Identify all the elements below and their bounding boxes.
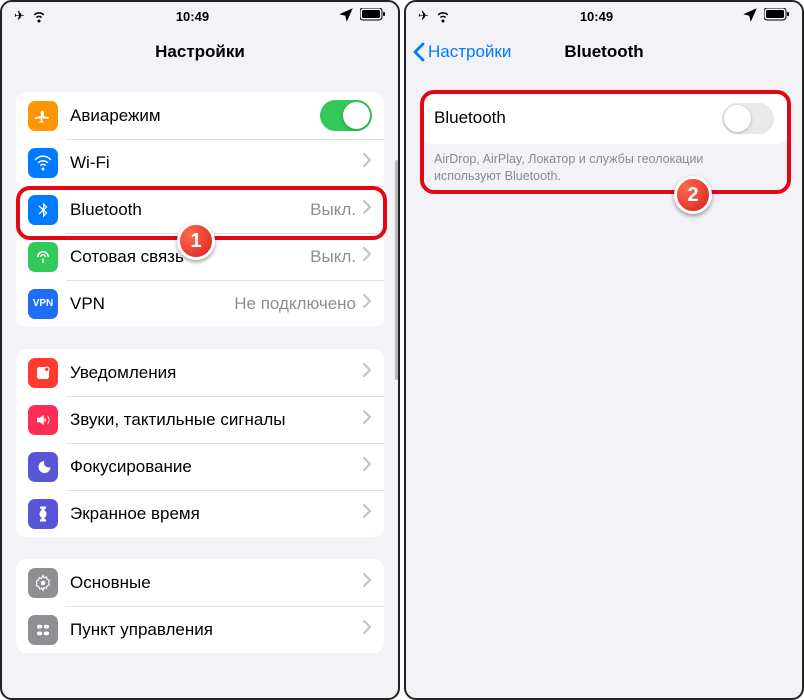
status-time: 10:49 <box>580 9 613 24</box>
airplane-status-icon: ✈︎ <box>14 8 25 24</box>
row-label: Сотовая связь <box>70 247 310 267</box>
row-general[interactable]: Основные <box>16 559 384 606</box>
row-vpn[interactable]: VPN VPN Не подключено <box>16 280 384 327</box>
row-label: Основные <box>70 573 362 593</box>
settings-list: Авиарежим Wi-Fi Bluetooth Выкл. Сотовая … <box>2 74 398 698</box>
cellular-icon <box>28 242 58 272</box>
row-label: Wi-Fi <box>70 153 362 173</box>
page-title: Bluetooth <box>564 42 643 62</box>
row-label: Уведомления <box>70 363 362 383</box>
row-value: Выкл. <box>310 247 356 267</box>
status-time: 10:49 <box>176 9 209 24</box>
alerts-group: Уведомления Звуки, тактильные сигналы Фо… <box>16 349 384 537</box>
general-group: Основные Пункт управления <box>16 559 384 653</box>
chevron-right-icon <box>362 619 372 640</box>
chevron-right-icon <box>362 503 372 524</box>
row-label: Bluetooth <box>434 108 722 128</box>
row-wifi[interactable]: Wi-Fi <box>16 139 384 186</box>
row-label: Экранное время <box>70 504 362 524</box>
row-label: Пункт управления <box>70 620 362 640</box>
control-center-icon <box>28 615 58 645</box>
wifi-icon <box>28 148 58 178</box>
status-bar: ✈︎ 10:49 <box>406 2 802 30</box>
battery-status-icon <box>360 8 386 24</box>
chevron-right-icon <box>362 199 372 220</box>
bluetooth-note: AirDrop, AirPlay, Локатор и службы геоло… <box>420 144 788 185</box>
row-sounds[interactable]: Звуки, тактильные сигналы <box>16 396 384 443</box>
sounds-icon <box>28 405 58 435</box>
notifications-icon <box>28 358 58 388</box>
battery-status-icon <box>764 8 790 24</box>
airplane-status-icon: ✈︎ <box>418 8 429 24</box>
row-notifications[interactable]: Уведомления <box>16 349 384 396</box>
row-label: Звуки, тактильные сигналы <box>70 410 362 430</box>
location-status-icon <box>337 6 355 27</box>
row-screen-time[interactable]: Экранное время <box>16 490 384 537</box>
focus-icon <box>28 452 58 482</box>
back-label: Настройки <box>428 42 511 62</box>
nav-header: Настройки Bluetooth <box>406 30 802 74</box>
back-button[interactable]: Настройки <box>412 41 511 63</box>
row-label: Bluetooth <box>70 200 310 220</box>
chevron-right-icon <box>362 572 372 593</box>
general-icon <box>28 568 58 598</box>
row-bluetooth-toggle[interactable]: Bluetooth <box>420 92 788 144</box>
wifi-status-icon <box>30 6 48 27</box>
row-label: Авиарежим <box>70 106 320 126</box>
chevron-right-icon <box>362 246 372 267</box>
row-label: Фокусирование <box>70 457 362 477</box>
chevron-right-icon <box>362 362 372 383</box>
page-title: Настройки <box>155 42 245 62</box>
connectivity-group: Авиарежим Wi-Fi Bluetooth Выкл. Сотовая … <box>16 92 384 327</box>
row-label: VPN <box>70 294 234 314</box>
vpn-icon: VPN <box>28 289 58 319</box>
bluetooth-screen: ✈︎ 10:49 Настройки Bluetooth Bluetooth A… <box>404 0 804 700</box>
airplane-icon <box>28 101 58 131</box>
row-focus[interactable]: Фокусирование <box>16 443 384 490</box>
nav-header: Настройки <box>2 30 398 74</box>
bluetooth-content: Bluetooth AirDrop, AirPlay, Локатор и сл… <box>406 74 802 698</box>
row-value: Выкл. <box>310 200 356 220</box>
settings-screen: ✈︎ 10:49 Настройки Авиарежим <box>0 0 400 700</box>
status-bar: ✈︎ 10:49 <box>2 2 398 30</box>
bluetooth-icon <box>28 195 58 225</box>
row-airplane[interactable]: Авиарежим <box>16 92 384 139</box>
screentime-icon <box>28 499 58 529</box>
bluetooth-toggle[interactable] <box>722 103 774 134</box>
airplane-toggle[interactable] <box>320 100 372 131</box>
chevron-right-icon <box>362 456 372 477</box>
row-value: Не подключено <box>234 294 356 314</box>
bluetooth-group: Bluetooth <box>420 92 788 144</box>
chevron-right-icon <box>362 293 372 314</box>
row-cellular[interactable]: Сотовая связь Выкл. <box>16 233 384 280</box>
wifi-status-icon <box>434 6 452 27</box>
row-control-center[interactable]: Пункт управления <box>16 606 384 653</box>
chevron-right-icon <box>362 152 372 173</box>
chevron-right-icon <box>362 409 372 430</box>
scrollbar[interactable] <box>395 160 398 380</box>
location-status-icon <box>741 6 759 27</box>
chevron-left-icon <box>412 41 426 63</box>
row-bluetooth[interactable]: Bluetooth Выкл. <box>16 186 384 233</box>
